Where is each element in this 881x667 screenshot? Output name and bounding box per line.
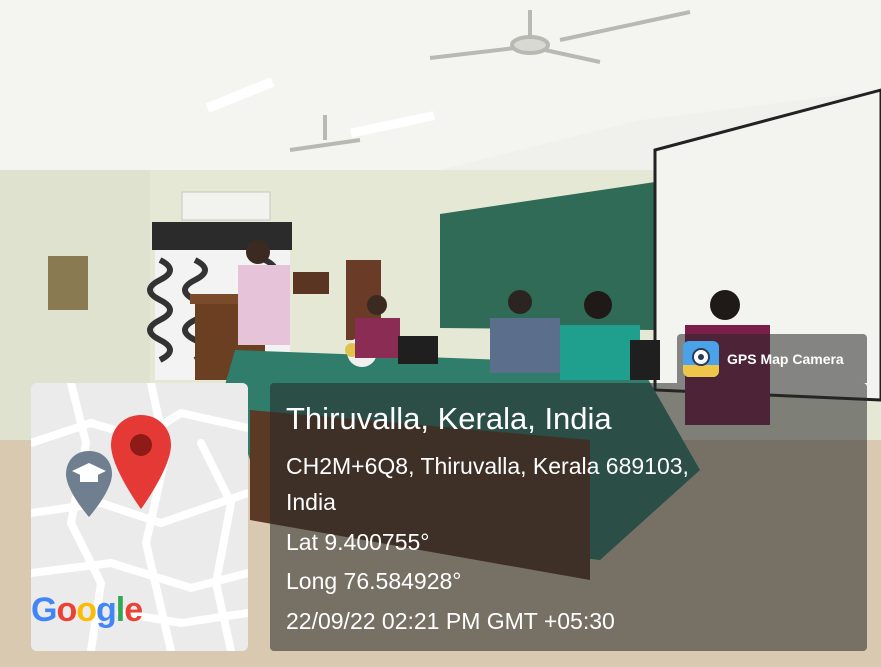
gps-map-camera-logo-icon: [683, 340, 719, 377]
google-letter: e: [124, 591, 143, 629]
address-line-1: CH2M+6Q8, Thiruvalla, Kerala 689103,: [286, 453, 689, 479]
google-logo: Google: [31, 591, 143, 630]
location-pin-icon: [111, 415, 171, 509]
place-name: Thiruvalla, Kerala, India: [286, 401, 612, 436]
google-letter: g: [96, 591, 117, 629]
google-letter: G: [31, 591, 57, 629]
address-line-2: India: [286, 489, 336, 515]
google-letter: o: [56, 591, 77, 629]
google-letter: o: [76, 591, 97, 629]
latitude: Lat 9.400755°: [286, 529, 430, 555]
app-name: GPS Map Camera: [727, 350, 844, 367]
timestamp: 22/09/22 02:21 PM GMT +05:30: [286, 608, 615, 634]
graduation-cap-icon: [66, 451, 112, 517]
location-stamp: Thiruvalla, Kerala, India CH2M+6Q8, Thir…: [270, 383, 867, 651]
longitude: Long 76.584928°: [286, 568, 462, 594]
google-letter: l: [115, 591, 126, 629]
gps-map-camera-badge: GPS Map Camera: [677, 334, 867, 383]
map-thumbnail: Google: [31, 383, 248, 651]
